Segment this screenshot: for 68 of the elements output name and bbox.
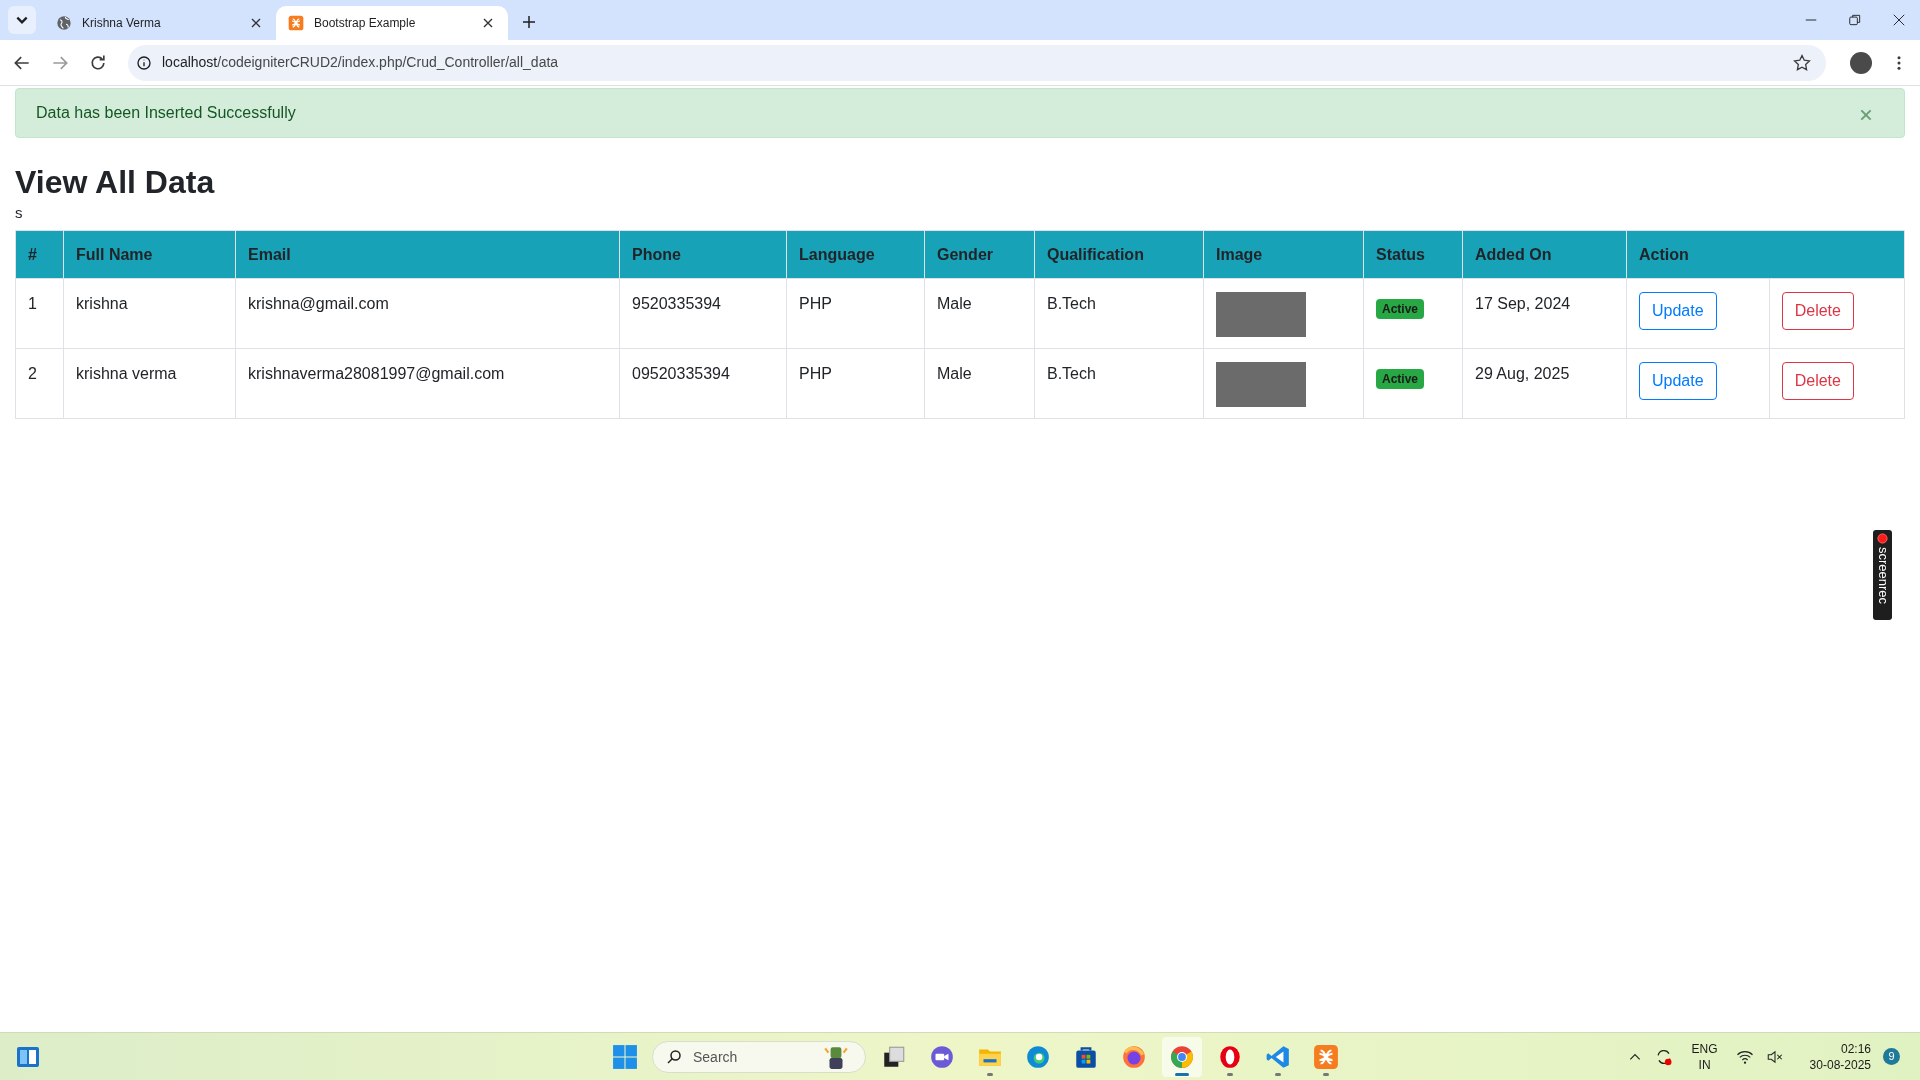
star-icon[interactable] — [1792, 52, 1812, 73]
table-cell: 2 — [15, 348, 64, 419]
column-header: # — [15, 230, 64, 279]
table-cell: Male — [924, 278, 1035, 349]
info-icon[interactable] — [136, 54, 152, 71]
table-cell: PHP — [786, 278, 925, 349]
column-header: Image — [1203, 230, 1364, 279]
chrome-browser-icon — [1169, 1044, 1195, 1070]
screenrec-widget[interactable]: screenrec — [1873, 530, 1892, 620]
firefox-browser-icon — [1121, 1044, 1147, 1070]
column-header: Gender — [924, 230, 1035, 279]
column-header: Email — [235, 230, 620, 279]
opera-browser-icon — [1217, 1044, 1243, 1070]
alert-message: Data has been Inserted Successfully — [36, 103, 297, 123]
column-header: Added On — [1462, 230, 1627, 279]
table-cell: Male — [924, 348, 1035, 419]
delete-button[interactable]: Delete — [1781, 292, 1854, 330]
search-icon — [665, 1048, 683, 1066]
table-cell: krishna@gmail.com — [235, 278, 620, 349]
status-badge: Active — [1376, 369, 1425, 389]
address-bar[interactable]: localhost/codeigniterCRUD2/index.php/Crud_Controller/all_data — [128, 44, 1826, 81]
status-badge: Active — [1376, 299, 1425, 319]
tab-list-caret-icon[interactable] — [8, 6, 36, 34]
taskbar-search-field[interactable]: Search — [652, 1041, 866, 1073]
clock[interactable]: 02:16 30-08-2025 — [1809, 1040, 1871, 1073]
table-cell: PHP — [786, 348, 925, 419]
code-editor-icon — [1265, 1044, 1291, 1070]
widgets-icon[interactable] — [16, 1044, 40, 1069]
column-header: Status — [1363, 230, 1463, 279]
restore-icon[interactable] — [1848, 13, 1862, 27]
table-cell: 09520335394 — [619, 348, 787, 419]
column-header: Action — [1626, 230, 1905, 279]
browser-tab[interactable]: Krishna Verma — [44, 6, 276, 40]
screenrec-label: screenrec — [1874, 547, 1891, 605]
globe-icon — [56, 15, 72, 31]
table-cell: 9520335394 — [619, 278, 787, 349]
update-button[interactable]: Update — [1639, 362, 1717, 400]
table-cell: B.Tech — [1034, 348, 1204, 419]
record-dot-icon — [1877, 533, 1888, 544]
table-cell: krishnaverma28081997@gmail.com — [235, 348, 620, 419]
table-cell: 29 Aug, 2025 — [1462, 348, 1627, 419]
table-cell: krishna verma — [63, 348, 236, 419]
column-header: Phone — [619, 230, 787, 279]
xampp-logo-icon — [1313, 1044, 1339, 1070]
column-header: Full Name — [63, 230, 236, 279]
table-cell: 17 Sep, 2024 — [1462, 278, 1627, 349]
stray-text: s — [15, 204, 24, 222]
language-indicator[interactable]: ENG IN — [1691, 1040, 1718, 1073]
url-text: localhost/codeigniterCRUD2/index.php/Crud_Controller/all_data — [162, 53, 560, 72]
task-view-icon — [881, 1044, 907, 1070]
update-button[interactable]: Update — [1639, 292, 1717, 330]
notification-badge[interactable]: 9 — [1883, 1048, 1900, 1065]
browser-tab[interactable]: Bootstrap Example — [276, 6, 508, 40]
table-cell: 1 — [15, 278, 64, 349]
table-cell: krishna — [63, 278, 236, 349]
profile-avatar[interactable] — [1850, 51, 1872, 74]
xampp-logo-icon — [288, 15, 304, 31]
new-tab-icon[interactable] — [520, 13, 538, 31]
column-header: Language — [786, 230, 925, 279]
page-heading: View All Data — [15, 163, 216, 202]
store-bag-icon — [1073, 1044, 1099, 1070]
edge-browser-icon — [1025, 1044, 1051, 1070]
table-cell: B.Tech — [1034, 278, 1204, 349]
close-icon[interactable] — [1892, 13, 1906, 27]
windows-start-icon[interactable] — [612, 1044, 638, 1070]
column-header: Qualification — [1034, 230, 1204, 279]
delete-button[interactable]: Delete — [1781, 362, 1854, 400]
video-chat-icon — [929, 1044, 955, 1070]
